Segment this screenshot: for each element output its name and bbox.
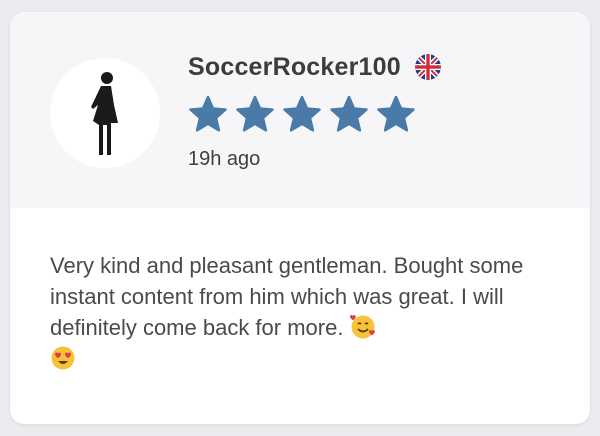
star-icon bbox=[283, 95, 321, 132]
star-icon bbox=[236, 95, 274, 132]
uk-flag-icon bbox=[414, 54, 441, 80]
avatar[interactable] bbox=[50, 58, 160, 168]
star-icon bbox=[377, 95, 415, 132]
female-figure-icon bbox=[91, 72, 118, 155]
heart-eyes-icon bbox=[51, 346, 75, 370]
review-header: SoccerRocker100 19h ago bbox=[10, 12, 590, 208]
timestamp: 19h ago bbox=[188, 148, 261, 170]
review-text-block: Very kind and pleasant gentleman. Bought… bbox=[50, 250, 560, 374]
star-icon bbox=[189, 95, 227, 132]
smiling-face-with-hearts-icon bbox=[349, 315, 375, 339]
page: SoccerRocker100 19h ago Very kind and pl… bbox=[0, 0, 600, 436]
username[interactable]: SoccerRocker100 bbox=[188, 53, 401, 82]
star-rating bbox=[188, 94, 423, 134]
star-icon bbox=[330, 95, 368, 132]
username-row: SoccerRocker100 bbox=[188, 50, 441, 84]
review-card: SoccerRocker100 19h ago Very kind and pl… bbox=[10, 12, 590, 424]
review-text: Very kind and pleasant gentleman. Bought… bbox=[50, 253, 524, 340]
